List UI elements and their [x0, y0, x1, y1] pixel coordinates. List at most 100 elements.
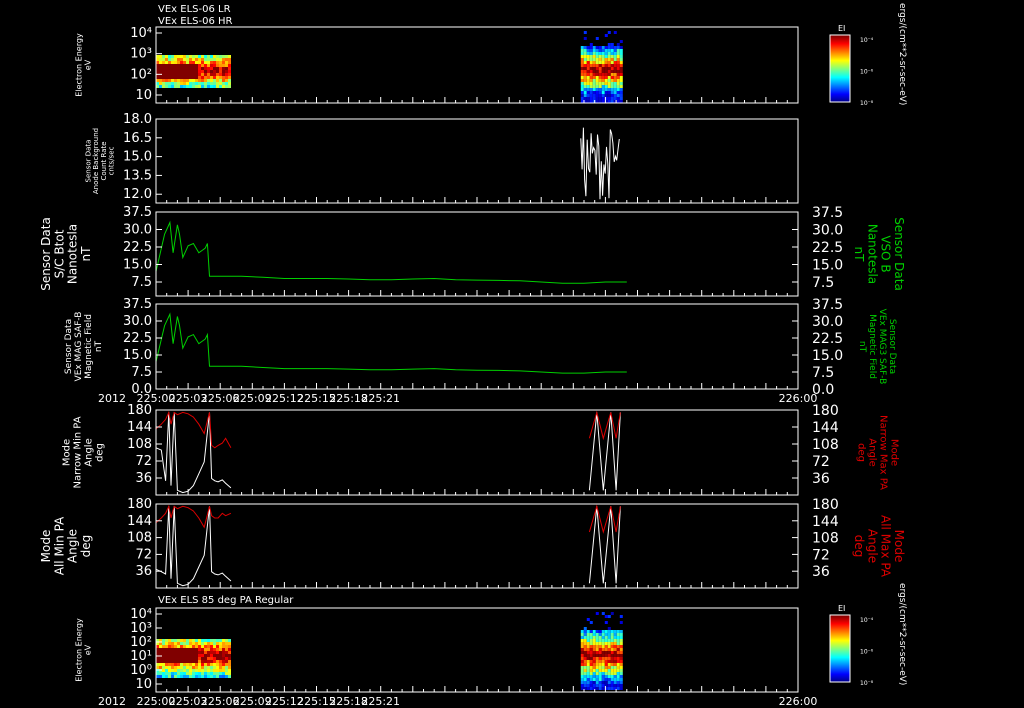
heatmap-cell — [216, 64, 219, 67]
panel-5-ytick-label-right: 144 — [812, 420, 839, 436]
heatmap-cell — [174, 64, 177, 67]
heatmap-cell — [165, 660, 168, 663]
panel-3-ytick-label: 37.5 — [123, 205, 152, 220]
colorbar-strip — [830, 639, 850, 640]
heatmap-cell — [186, 642, 189, 645]
heatmap-cell — [613, 678, 617, 681]
heatmap-cell — [601, 648, 605, 651]
colorbar-strip — [830, 91, 850, 92]
heatmap-cell — [583, 675, 587, 678]
heatmap-cell — [195, 67, 198, 70]
heatmap-cell — [610, 55, 614, 58]
heatmap-cell — [201, 85, 204, 88]
ylabel-right-line: Angle — [865, 529, 879, 563]
heatmap-cell — [198, 70, 201, 73]
heatmap-cell — [616, 43, 620, 46]
heatmap-cell — [228, 64, 231, 67]
heatmap-cell — [159, 82, 162, 85]
heatmap-cell — [619, 666, 623, 669]
heatmap-cell — [189, 675, 192, 678]
colorbar-strip — [830, 69, 850, 70]
heatmap-cell — [165, 67, 168, 70]
heatmap-cell — [580, 633, 584, 636]
heatmap-cell — [207, 657, 210, 660]
heatmap-cell — [174, 85, 177, 88]
heatmap-cell — [204, 648, 207, 651]
heatmap-cell — [619, 76, 623, 79]
heatmap-cell — [607, 636, 611, 639]
panel-5-ytick-label-right: 36 — [812, 471, 830, 487]
heatmap-cell — [610, 672, 614, 675]
panel-3-ytick-label-right: 22.5 — [812, 240, 843, 256]
heatmap-cell — [613, 67, 617, 70]
heatmap-cell — [583, 82, 587, 85]
heatmap-cell — [171, 642, 174, 645]
heatmap-cell — [610, 85, 614, 88]
heatmap-cell — [186, 663, 189, 666]
heatmap-cell — [613, 31, 617, 34]
heatmap-cell — [171, 61, 174, 64]
heatmap-cell — [159, 70, 162, 73]
colorbar-tick: 10⁻⁴ — [860, 37, 874, 44]
heatmap-cell — [595, 49, 599, 52]
heatmap-cell — [219, 70, 222, 73]
heatmap-cell — [586, 636, 590, 639]
heatmap-cell — [198, 76, 201, 79]
heatmap-cell — [213, 58, 216, 61]
heatmap-cell — [222, 669, 225, 672]
heatmap-cell — [592, 675, 596, 678]
heatmap-cell — [162, 663, 165, 666]
heatmap-cell — [613, 666, 617, 669]
heatmap-cell — [198, 645, 201, 648]
heatmap-cell — [165, 642, 168, 645]
heatmap-cell — [583, 64, 587, 67]
heatmap-cell — [222, 648, 225, 651]
heatmap-cell — [616, 85, 620, 88]
heatmap-cell — [580, 79, 584, 82]
heatmap-cell — [580, 88, 584, 91]
heatmap-cell — [604, 73, 608, 76]
heatmap-cell — [583, 678, 587, 681]
heatmap-cell — [604, 82, 608, 85]
heatmap-cell — [213, 64, 216, 67]
heatmap-cell — [604, 85, 608, 88]
heatmap-cell — [610, 678, 614, 681]
heatmap-cell — [607, 633, 611, 636]
heatmap-cell — [186, 672, 189, 675]
heatmap-cell — [174, 67, 177, 70]
heatmap-cell — [192, 660, 195, 663]
colorbar-strip — [830, 621, 850, 622]
heatmap-cell — [171, 663, 174, 666]
heatmap-cell — [607, 55, 611, 58]
heatmap-cell — [201, 657, 204, 660]
heatmap-cell — [607, 79, 611, 82]
heatmap-cell — [604, 648, 608, 651]
heatmap-cell — [595, 58, 599, 61]
heatmap-cell — [607, 97, 611, 100]
heatmap-cell — [174, 645, 177, 648]
heatmap-cell — [183, 663, 186, 666]
ylabel-line: Electron Energy — [75, 618, 84, 682]
heatmap-cell — [601, 70, 605, 73]
heatmap-cell — [586, 55, 590, 58]
heatmap-cell — [210, 642, 213, 645]
heatmap-cell — [183, 79, 186, 82]
heatmap-cell — [592, 630, 596, 633]
heatmap-cell — [201, 672, 204, 675]
heatmap-cell — [195, 76, 198, 79]
heatmap-cell — [592, 91, 596, 94]
heatmap-cell — [177, 657, 180, 660]
panel-7-ytick-label: 10 — [135, 677, 152, 692]
heatmap-cell — [601, 46, 605, 49]
heatmap-cell — [583, 672, 587, 675]
heatmap-cell — [583, 91, 587, 94]
heatmap-cell — [601, 642, 605, 645]
heatmap-cell — [189, 672, 192, 675]
heatmap-cell — [189, 639, 192, 642]
heatmap-cell — [580, 648, 584, 651]
heatmap-cell — [174, 660, 177, 663]
heatmap-cell — [601, 58, 605, 61]
colorbar-strip — [830, 670, 850, 671]
heatmap-cell — [592, 657, 596, 660]
heatmap-cell — [195, 660, 198, 663]
